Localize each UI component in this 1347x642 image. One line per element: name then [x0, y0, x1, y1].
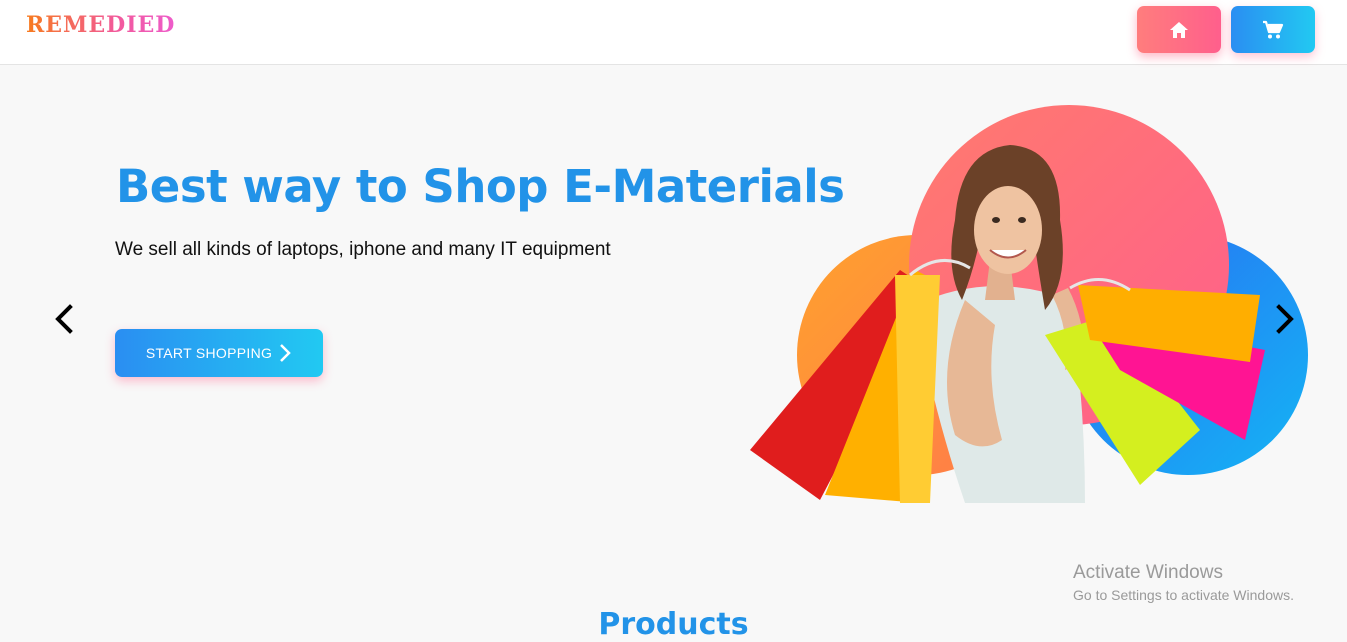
top-navbar: REMEDIED: [0, 0, 1347, 65]
shopping-woman-image: [750, 105, 1308, 503]
carousel-prev-button[interactable]: [50, 303, 78, 340]
products-section-title: Products: [598, 607, 749, 642]
watermark-subtitle: Go to Settings to activate Windows.: [1073, 587, 1294, 603]
watermark-title: Activate Windows: [1073, 562, 1223, 583]
home-icon: [1170, 21, 1188, 38]
brand-logo[interactable]: REMEDIED: [26, 12, 175, 38]
windows-activation-watermark: Activate Windows Go to Settings to activ…: [1073, 562, 1294, 603]
cart-button[interactable]: [1231, 6, 1315, 53]
chevron-left-icon: [55, 304, 73, 334]
chevron-right-icon: [280, 344, 291, 362]
start-shopping-button[interactable]: START SHOPPING: [115, 329, 323, 377]
carousel-next-button[interactable]: [1271, 303, 1299, 340]
hero-subtitle: We sell all kinds of laptops, iphone and…: [115, 239, 611, 260]
start-shopping-label: START SHOPPING: [145, 345, 273, 361]
chevron-right-icon: [1276, 304, 1294, 334]
cart-icon: [1263, 20, 1284, 38]
home-button[interactable]: [1137, 6, 1221, 53]
hero-title: Best way to Shop E-Materials: [116, 160, 845, 213]
